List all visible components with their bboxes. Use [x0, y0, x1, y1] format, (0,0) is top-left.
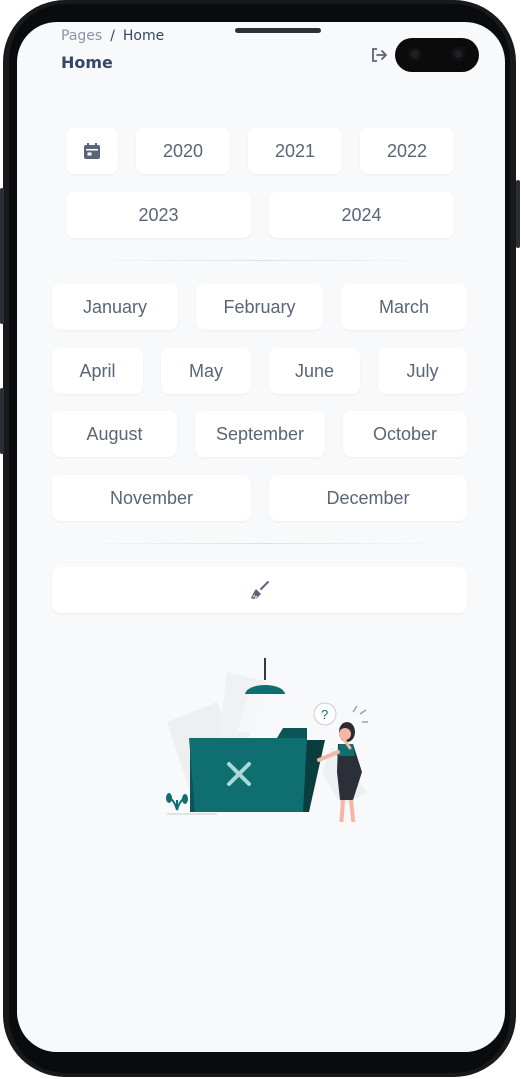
month-button-january[interactable]: January	[52, 284, 178, 330]
month-button-november[interactable]: November	[52, 475, 251, 521]
month-button-july[interactable]: July	[378, 348, 467, 394]
phone-side-button	[516, 180, 520, 248]
section-divider	[77, 543, 447, 544]
camera-lens	[408, 47, 422, 61]
breadcrumb: Pages / Home	[61, 28, 164, 44]
empty-folder-illustration: ?	[166, 658, 368, 822]
month-button-december[interactable]: December	[269, 475, 467, 521]
month-button-august[interactable]: August	[52, 411, 177, 457]
breadcrumb-separator: /	[110, 28, 115, 44]
phone-side-button	[0, 188, 4, 324]
month-button-october[interactable]: October	[343, 411, 467, 457]
month-button-may[interactable]: May	[161, 348, 251, 394]
year-button-2020[interactable]: 2020	[136, 128, 230, 174]
camera-lens	[451, 47, 465, 61]
page-title: Home	[61, 53, 113, 72]
svg-text:?: ?	[321, 707, 328, 722]
month-button-april[interactable]: April	[52, 348, 143, 394]
broom-icon	[250, 581, 269, 599]
year-button-2021[interactable]: 2021	[248, 128, 342, 174]
section-divider	[77, 260, 447, 261]
calendar-icon	[84, 143, 100, 159]
breadcrumb-root[interactable]: Pages	[61, 28, 102, 44]
year-button-2023[interactable]: 2023	[66, 192, 251, 238]
year-button-2024[interactable]: 2024	[269, 192, 454, 238]
phone-side-button	[0, 388, 4, 454]
month-button-february[interactable]: February	[196, 284, 323, 330]
clear-filter-button[interactable]	[52, 567, 467, 613]
calendar-button[interactable]	[66, 128, 118, 174]
earpiece	[235, 28, 321, 33]
logout-icon[interactable]	[370, 46, 388, 64]
front-camera	[395, 38, 479, 72]
month-button-september[interactable]: September	[195, 411, 325, 457]
month-button-june[interactable]: June	[269, 348, 360, 394]
app-screen: Pages / Home Home 2020 2021 2022 2023 2024…	[17, 22, 505, 1052]
breadcrumb-current: Home	[122, 28, 165, 44]
year-button-2022[interactable]: 2022	[360, 128, 454, 174]
month-button-march[interactable]: March	[341, 284, 467, 330]
